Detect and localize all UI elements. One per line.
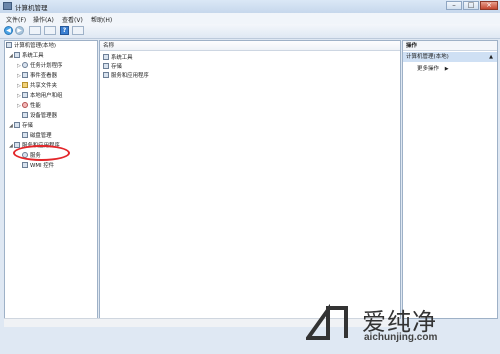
properties-icon[interactable] — [44, 26, 56, 35]
tree-item-event-viewer[interactable]: ▷ 事件查看器 — [17, 72, 57, 81]
actions-header: 操作 — [403, 41, 497, 51]
computer-management-icon — [3, 2, 12, 10]
list-item-system-tools[interactable]: 系统工具 — [103, 54, 133, 63]
event-viewer-icon — [22, 72, 28, 78]
toolbar: ◀ ▶ ? — [0, 24, 500, 39]
watermark: 爱纯净 aichunjing.com — [292, 290, 500, 354]
computer-icon — [6, 42, 12, 48]
actions-pane: 操作 计算机管理(本地) ▲ 更多操作 ▶ — [402, 40, 498, 319]
help-icon[interactable]: ? — [60, 26, 69, 35]
tree-item-device-manager[interactable]: 设备管理器 — [22, 112, 57, 121]
show-hide-tree-icon[interactable] — [29, 26, 41, 35]
performance-icon — [22, 102, 28, 108]
title-bar: 计算机管理 – □ × — [0, 0, 500, 13]
list-item-services-apps[interactable]: 服务和应用程序 — [103, 72, 149, 81]
collapse-up-icon[interactable]: ▲ — [489, 52, 493, 62]
clock-icon — [22, 62, 28, 68]
menu-view[interactable]: 查看(V) — [62, 15, 83, 24]
device-manager-icon — [22, 112, 28, 118]
tree-item-root[interactable]: 计算机管理(本地) — [6, 42, 56, 51]
tree-item-wmi-control[interactable]: WMI 控件 — [22, 162, 54, 171]
services-apps-icon — [103, 72, 109, 78]
tools-icon — [14, 52, 20, 58]
menu-help[interactable]: 帮助(H) — [91, 15, 112, 24]
menu-action[interactable]: 操作(A) — [33, 15, 54, 24]
storage-icon — [103, 63, 109, 69]
tree-item-storage[interactable]: ◢ 存储 — [9, 122, 33, 131]
tree-item-local-users-groups[interactable]: ▷ 本地用户和组 — [17, 92, 62, 101]
storage-icon — [14, 122, 20, 128]
tools-icon — [103, 54, 109, 60]
window-title: 计算机管理 — [15, 4, 48, 12]
forward-arrow-icon[interactable]: ▶ — [15, 26, 24, 35]
menu-file[interactable]: 文件(F) — [6, 15, 26, 24]
column-header-name[interactable]: 名称 — [100, 41, 400, 51]
actions-section-computer-management[interactable]: 计算机管理(本地) ▲ — [403, 52, 497, 62]
watermark-logo — [306, 304, 348, 340]
tree-item-shared-folders[interactable]: ▷ 共享文件夹 — [17, 82, 57, 91]
users-icon — [22, 92, 28, 98]
shared-folder-icon — [22, 82, 28, 88]
disk-icon — [22, 132, 28, 138]
list-item-storage[interactable]: 存储 — [103, 63, 122, 72]
content-list: 名称 系统工具 存储 服务和应用程序 — [99, 40, 401, 319]
back-arrow-icon[interactable]: ◀ — [4, 26, 13, 35]
highlight-circle — [13, 145, 70, 161]
maximize-button[interactable]: □ — [463, 1, 479, 10]
tree-item-performance[interactable]: ▷ 性能 — [17, 102, 41, 111]
computer-management-window: 计算机管理 – □ × 文件(F) 操作(A) 查看(V) 帮助(H) ◀ ▶ … — [0, 0, 500, 354]
wmi-icon — [22, 162, 28, 168]
tree-item-task-scheduler[interactable]: ▷ 任务计划程序 — [17, 62, 62, 71]
close-button[interactable]: × — [480, 1, 498, 10]
tree-item-disk-management[interactable]: 磁盘管理 — [22, 132, 52, 141]
navigation-tree: 计算机管理(本地) ◢ 系统工具 ▷ 任务计划程序 ▷ 事件查看器 ▷ 共享文件夹 ▷ 本… — [4, 40, 98, 319]
minimize-button[interactable]: – — [446, 1, 462, 10]
show-action-pane-icon[interactable] — [72, 26, 84, 35]
tree-item-system-tools[interactable]: ◢ 系统工具 — [9, 52, 44, 61]
more-actions-link[interactable]: 更多操作 ▶ — [417, 64, 449, 72]
chevron-right-icon: ▶ — [444, 66, 449, 72]
watermark-text-en: aichunjing.com — [364, 332, 438, 343]
